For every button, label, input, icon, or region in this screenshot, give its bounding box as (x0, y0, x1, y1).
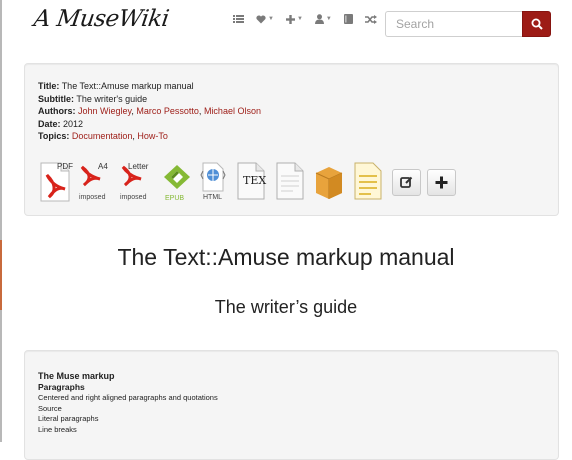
add-to-bookbuilder-button[interactable] (427, 169, 456, 196)
document-title: The Text::Amuse markup manual (117, 244, 455, 270)
topic-link[interactable]: Documentation (72, 131, 133, 141)
epub-icon (164, 165, 190, 189)
nav-icon-bar: ▼ ▼ ▼ (233, 14, 389, 24)
heart-icon (256, 14, 266, 23)
toc-item[interactable]: Line breaks (38, 425, 218, 436)
meta-topics-row: Topics: Documentation, How-To (38, 131, 168, 142)
edit-icon (400, 176, 413, 188)
navbar: A MuseWiki ▼ ▼ ▼ (0, 0, 572, 44)
html-download[interactable]: HTML (199, 161, 231, 203)
toc-item[interactable]: Literal paragraphs (38, 414, 218, 425)
book-icon[interactable] (343, 14, 353, 24)
plus-icon (435, 176, 448, 189)
meta-authors-row: Authors: John Wiegley, Marco Pessotto, M… (38, 106, 261, 117)
heart-dropdown[interactable]: ▼ (256, 14, 274, 24)
zip-download[interactable] (312, 161, 348, 203)
pdf-download[interactable]: PDF (39, 161, 73, 203)
meta-title-value: The Text::Amuse markup manual (61, 81, 194, 91)
search-button[interactable] (522, 11, 551, 37)
meta-date-row: Date: 2012 (38, 118, 84, 129)
a4-imposed-download[interactable]: A4 imposed (78, 161, 114, 203)
meta-subtitle-row: Subtitle: The writer's guide (38, 93, 148, 104)
letter-imposed-download[interactable]: Letter imposed (119, 161, 155, 203)
search-input[interactable] (385, 11, 522, 37)
author-link[interactable]: John Wiegley (78, 106, 131, 116)
meta-subtitle-value: The writer's guide (76, 93, 148, 104)
download-formats: PDF A4 imposed Letter imposed EPUB HTML … (39, 161, 462, 203)
author-link[interactable]: Marco Pessotto (136, 106, 199, 116)
author-link[interactable]: Michael Olson (204, 106, 261, 116)
list-icon[interactable] (233, 14, 244, 24)
user-dropdown[interactable]: ▼ (314, 14, 332, 24)
page-left-border (0, 0, 2, 442)
chevron-down-icon: ▼ (268, 16, 274, 22)
toc-item[interactable]: Centered and right aligned paragraphs an… (38, 393, 218, 404)
plus-icon (285, 14, 295, 24)
tex-download[interactable]: TEX (236, 161, 270, 203)
toc-subheading[interactable]: Paragraphs (38, 382, 218, 393)
user-icon (314, 14, 324, 24)
html-icon (200, 162, 226, 192)
package-icon (315, 167, 343, 199)
shuffle-icon[interactable] (364, 14, 377, 24)
text-metadata: Title: The Text::Amuse markup manual Sub… (38, 80, 261, 143)
text-info-panel: Title: The Text::Amuse markup manual Sub… (24, 63, 559, 216)
document-download[interactable] (353, 161, 387, 203)
meta-date-value: 2012 (63, 118, 84, 129)
table-of-contents: The Muse markup Paragraphs Centered and … (24, 350, 559, 460)
chevron-down-icon: ▼ (325, 16, 332, 22)
notes-icon (354, 162, 382, 200)
meta-title-row: Title: The Text::Amuse markup manual (38, 81, 194, 91)
chevron-down-icon: ▼ (296, 16, 303, 22)
site-logo[interactable]: A MuseWiki (32, 6, 170, 32)
epub-download[interactable]: EPUB (160, 161, 194, 203)
document-subtitle: The writer’s guide (214, 297, 358, 317)
topic-link[interactable]: How-To (137, 131, 168, 141)
plain-text-download[interactable] (275, 161, 307, 203)
edit-button[interactable] (392, 169, 421, 196)
toc-list: The Muse markup Paragraphs Centered and … (38, 370, 218, 435)
toc-heading[interactable]: The Muse markup (38, 370, 218, 382)
plus-dropdown[interactable]: ▼ (285, 14, 303, 24)
text-file-icon (276, 162, 304, 200)
search-icon (531, 18, 543, 30)
toc-item[interactable]: Source (38, 404, 218, 415)
